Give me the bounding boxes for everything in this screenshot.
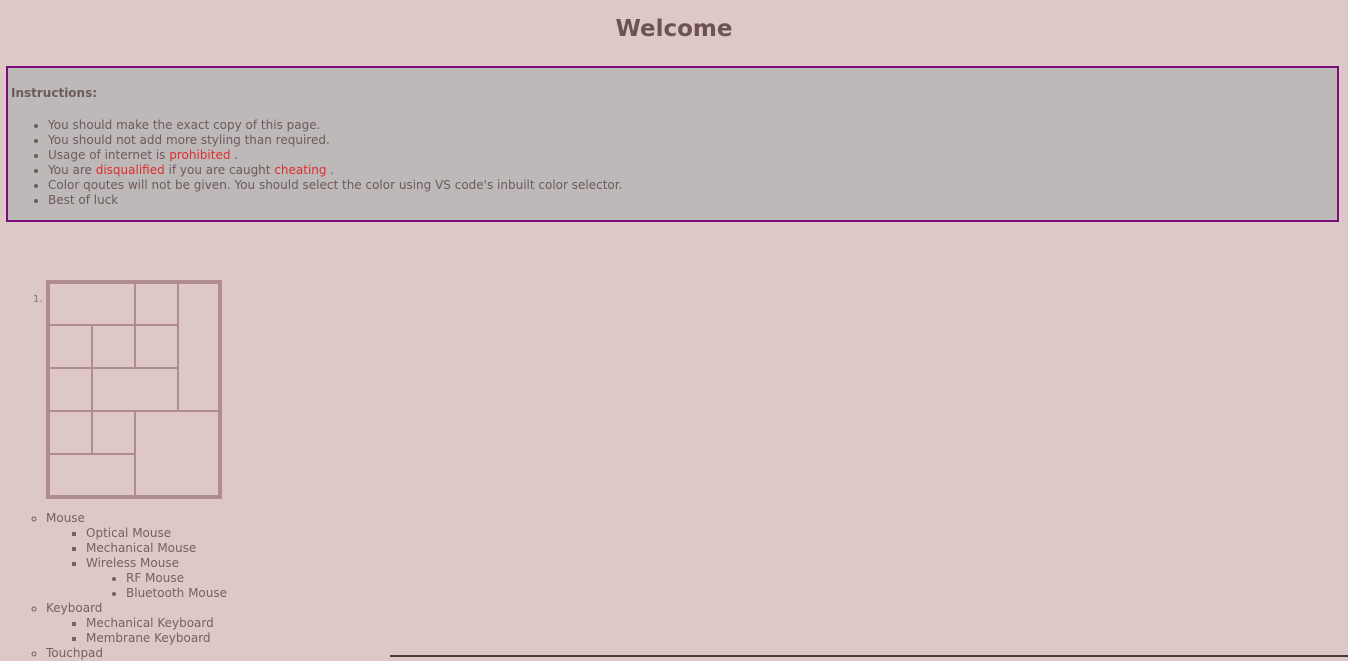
highlight-disqualified: disqualified bbox=[95, 163, 165, 177]
list-item-touchpad: Touchpad bbox=[46, 646, 227, 661]
list-item: Bluetooth Mouse bbox=[126, 586, 227, 601]
list-item: RF Mouse bbox=[126, 571, 227, 586]
list-item-wireless-mouse: Wireless Mouse RF Mouse Bluetooth Mouse bbox=[86, 556, 227, 601]
highlight-prohibited: prohibited bbox=[169, 148, 231, 162]
list-item-mouse: Mouse Optical Mouse Mechanical Mouse Wir… bbox=[46, 511, 227, 601]
instruction-text: You are bbox=[48, 163, 96, 177]
highlight-cheating: cheating bbox=[274, 163, 327, 177]
instruction-text: . bbox=[326, 163, 335, 177]
instruction-text: . bbox=[230, 148, 239, 162]
table-cell bbox=[91, 367, 179, 412]
instruction-text: You should not add more styling than req… bbox=[48, 133, 330, 147]
ordered-list-marker: 1. bbox=[33, 294, 43, 305]
table-cell bbox=[48, 324, 93, 369]
instruction-text: Color qoutes will not be given. You shou… bbox=[48, 178, 623, 192]
table-cell bbox=[134, 282, 179, 326]
instructions-panel: Instructions: You should make the exact … bbox=[6, 66, 1339, 222]
list-item: Mechanical Mouse bbox=[86, 541, 227, 556]
instruction-text: You should make the exact copy of this p… bbox=[48, 118, 321, 132]
table-cell bbox=[48, 453, 136, 497]
page-title: Welcome bbox=[615, 16, 733, 42]
instruction-item: Color qoutes will not be given. You shou… bbox=[48, 178, 622, 193]
instruction-item: Usage of internet is prohibited . bbox=[48, 148, 622, 163]
table-cell bbox=[48, 367, 93, 412]
table-cell bbox=[134, 324, 179, 369]
list-item-label: Mouse bbox=[46, 511, 85, 525]
table-cell bbox=[91, 324, 136, 369]
table-cell bbox=[48, 282, 136, 326]
instructions-list: You should make the exact copy of this p… bbox=[8, 118, 622, 208]
instruction-text: if you are caught bbox=[164, 163, 275, 177]
instruction-item: You should not add more styling than req… bbox=[48, 133, 622, 148]
mouse-types-list: Optical Mouse Mechanical Mouse Wireless … bbox=[46, 526, 227, 601]
wireless-types-list: RF Mouse Bluetooth Mouse bbox=[86, 571, 227, 601]
device-tree: Mouse Optical Mouse Mechanical Mouse Wir… bbox=[0, 511, 227, 661]
instruction-text: Usage of internet is bbox=[48, 148, 170, 162]
device-list: Mouse Optical Mouse Mechanical Mouse Wir… bbox=[0, 511, 227, 661]
keyboard-types-list: Mechanical Keyboard Membrane Keyboard bbox=[46, 616, 227, 646]
table-cell bbox=[48, 410, 93, 455]
table-cell bbox=[177, 282, 220, 412]
list-item: Optical Mouse bbox=[86, 526, 227, 541]
layout-table bbox=[46, 280, 222, 499]
instruction-item: You should make the exact copy of this p… bbox=[48, 118, 622, 133]
table-cell bbox=[91, 410, 136, 455]
instruction-text: Best of luck bbox=[48, 193, 119, 207]
list-item-label: Keyboard bbox=[46, 601, 103, 615]
table-cell bbox=[134, 410, 220, 497]
list-item-keyboard: Keyboard Mechanical Keyboard Membrane Ke… bbox=[46, 601, 227, 646]
instruction-item: Best of luck bbox=[48, 193, 622, 208]
instruction-item: You are disqualified if you are caught c… bbox=[48, 163, 622, 178]
instructions-heading: Instructions: bbox=[11, 86, 98, 100]
list-item: Membrane Keyboard bbox=[86, 631, 227, 646]
list-item-label: Wireless Mouse bbox=[86, 556, 179, 570]
list-item: Mechanical Keyboard bbox=[86, 616, 227, 631]
